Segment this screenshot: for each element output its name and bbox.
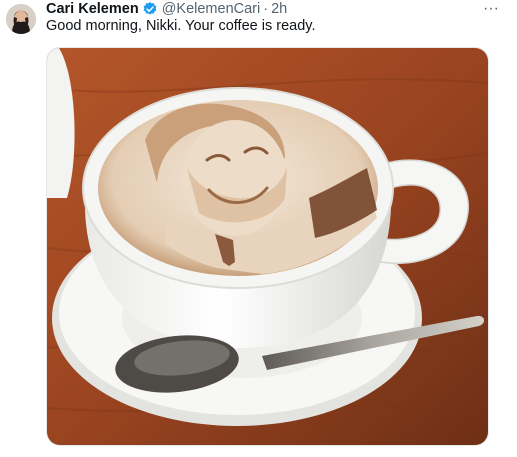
tweet[interactable]: Cari Kelemen @KelemenCari · 2h ··· Good … [0, 0, 517, 457]
avatar[interactable] [6, 4, 36, 34]
timestamp[interactable]: 2h [271, 1, 287, 17]
tweet-header: Cari Kelemen @KelemenCari · 2h [46, 0, 287, 18]
author-handle[interactable]: @KelemenCari [162, 1, 261, 17]
separator-dot: · [263, 1, 269, 17]
tweet-image[interactable] [46, 47, 489, 446]
author-name[interactable]: Cari Kelemen [46, 1, 139, 17]
verified-badge-icon [142, 1, 158, 17]
tweet-text: Good morning, Nikki. Your coffee is read… [46, 18, 316, 34]
more-options-icon[interactable]: ··· [483, 1, 499, 17]
